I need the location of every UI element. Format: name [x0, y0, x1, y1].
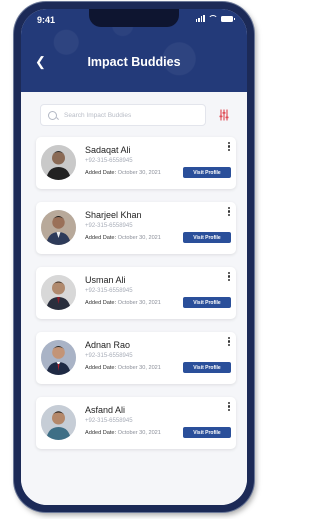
added-date: Added Date: October 30, 2021 — [85, 430, 161, 436]
avatar — [41, 210, 76, 245]
search-input[interactable] — [62, 110, 196, 120]
added-date-label: Added Date: — [85, 300, 117, 306]
wifi-icon — [208, 15, 218, 22]
search-bar[interactable] — [40, 104, 206, 126]
battery-icon — [221, 15, 235, 22]
added-date: Added Date: October 30, 2021 — [85, 300, 161, 306]
buddies-list-area: Sadaqat Ali +92-315-6558945 Added Date: … — [21, 92, 247, 505]
buddy-phone: +92-315-6558945 — [85, 288, 133, 294]
buddy-card: Asfand Ali +92-315-6558945 Added Date: O… — [36, 397, 236, 449]
page-title: Impact Buddies — [87, 55, 181, 69]
visit-profile-button[interactable]: Visit Profile — [183, 167, 231, 178]
added-date-value: October 30, 2021 — [117, 300, 161, 306]
added-date: Added Date: October 30, 2021 — [85, 235, 161, 241]
filter-button[interactable] — [213, 104, 235, 126]
buddy-card: Sadaqat Ali +92-315-6558945 Added Date: … — [36, 137, 236, 189]
more-options-icon[interactable] — [227, 337, 230, 347]
buddy-name: Adnan Rao — [85, 340, 131, 350]
added-date-label: Added Date: — [85, 430, 117, 436]
buddy-phone: +92-315-6558945 — [85, 158, 133, 164]
buddy-phone: +92-315-6558945 — [85, 418, 133, 424]
buddy-name: Asfand Ali — [85, 405, 126, 415]
buddy-name: Usman Ali — [85, 275, 126, 285]
avatar — [41, 275, 76, 310]
visit-profile-button[interactable]: Visit Profile — [183, 232, 231, 243]
more-options-icon[interactable] — [227, 272, 230, 282]
buddy-phone: +92-315-6558945 — [85, 223, 133, 229]
notch — [89, 9, 179, 27]
app-header: 9:41 ❮ Impact Buddies — [21, 9, 247, 92]
signal-icon — [195, 15, 205, 22]
added-date-value: October 30, 2021 — [117, 170, 161, 176]
more-options-icon[interactable] — [227, 142, 230, 152]
added-date-value: October 30, 2021 — [117, 365, 161, 371]
buddy-card: Adnan Rao +92-315-6558945 Added Date: Oc… — [36, 332, 236, 384]
buddy-card: Usman Ali +92-315-6558945 Added Date: Oc… — [36, 267, 236, 319]
buddy-phone: +92-315-6558945 — [85, 353, 133, 359]
added-date-value: October 30, 2021 — [117, 430, 161, 436]
status-time: 9:41 — [37, 15, 56, 25]
search-icon — [48, 110, 57, 120]
added-date: Added Date: October 30, 2021 — [85, 170, 161, 176]
visit-profile-button[interactable]: Visit Profile — [183, 297, 231, 308]
filter-icon — [219, 109, 229, 121]
avatar — [41, 340, 76, 375]
app-screen: 9:41 ❮ Impact Buddies Search Impact Budd… — [21, 9, 247, 505]
status-icons — [195, 15, 235, 22]
avatar — [41, 405, 76, 440]
buddy-name: Sadaqat Ali — [85, 145, 131, 155]
buddy-name: Sharjeel Khan — [85, 210, 142, 220]
visit-profile-button[interactable]: Visit Profile — [183, 427, 231, 438]
added-date-value: October 30, 2021 — [117, 235, 161, 241]
avatar — [41, 145, 76, 180]
buddy-card: Sharjeel Khan +92-315-6558945 Added Date… — [36, 202, 236, 254]
added-date-label: Added Date: — [85, 170, 117, 176]
added-date-label: Added Date: — [85, 365, 117, 371]
added-date: Added Date: October 30, 2021 — [85, 365, 161, 371]
added-date-label: Added Date: — [85, 235, 117, 241]
phone-frame: 9:41 ❮ Impact Buddies Search Impact Budd… — [14, 2, 254, 512]
visit-profile-button[interactable]: Visit Profile — [183, 362, 231, 373]
more-options-icon[interactable] — [227, 207, 230, 217]
more-options-icon[interactable] — [227, 402, 230, 412]
